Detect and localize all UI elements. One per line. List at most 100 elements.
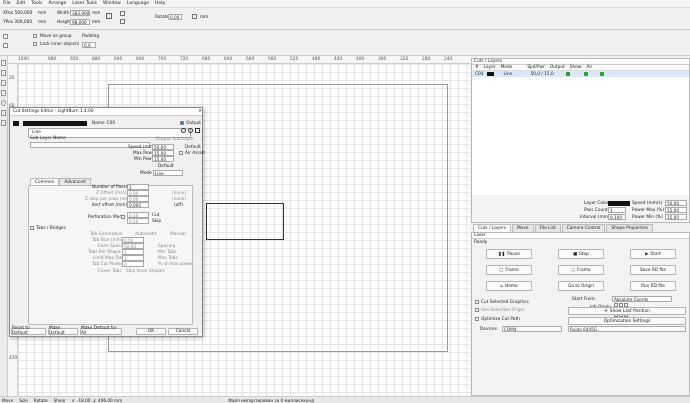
xpos-field[interactable]: XPos 500,000: [3, 11, 32, 16]
lock-inner-checkbox[interactable]: [33, 42, 37, 46]
pass-count-field[interactable]: 1: [608, 207, 626, 213]
skip-inner-label[interactable]: Skip Inner Shapes: [126, 269, 165, 274]
frame-button[interactable]: ▢ Frame: [486, 265, 532, 275]
rectangle-shape[interactable]: [206, 203, 284, 240]
lock-aspect-icon[interactable]: [106, 13, 112, 19]
cover-tabs-label[interactable]: Cover Tabs: [98, 269, 121, 274]
save-rd-button[interactable]: Save RD file: [630, 265, 676, 275]
menu-help[interactable]: Help: [155, 1, 165, 6]
ok-button[interactable]: OK: [136, 327, 166, 335]
go-origin-button[interactable]: Go to Origin: [558, 281, 604, 291]
status-rotate[interactable]: Rotate: [34, 398, 48, 403]
tab-camera-control[interactable]: Camera Control: [561, 223, 606, 232]
remove-sublayer-icon[interactable]: [188, 128, 193, 133]
close-icon[interactable]: ✕: [198, 109, 202, 114]
ypos-field[interactable]: YPos 300,000: [3, 20, 32, 25]
manual-radio[interactable]: Manual: [170, 232, 186, 237]
stop-button[interactable]: ■ Stop: [558, 249, 604, 259]
rectangle-tool-icon[interactable]: [1, 90, 6, 96]
ruler-tick: 280: [422, 57, 431, 62]
make-default-all-button[interactable]: Make Default for All: [80, 326, 122, 336]
status-move[interactable]: Move: [2, 398, 13, 403]
device-select[interactable]: Ruida 6445G: [568, 326, 686, 332]
add-sublayer-icon[interactable]: [181, 128, 186, 133]
edit-nodes-icon[interactable]: [1, 70, 6, 76]
optimize-cut-checkbox[interactable]: [475, 317, 479, 321]
power-min-field[interactable]: 15,00: [665, 214, 687, 220]
arrange-icon[interactable]: [3, 34, 8, 39]
tabs-checkbox[interactable]: [30, 226, 34, 230]
text-tool-icon[interactable]: [1, 120, 6, 126]
perforation-checkbox[interactable]: [121, 215, 125, 219]
home-button[interactable]: ⌂ Home: [486, 281, 532, 291]
name-value[interactable]: C00: [107, 121, 115, 126]
use-selection-origin-checkbox[interactable]: [475, 308, 479, 312]
mm-toggle-icon[interactable]: [192, 14, 197, 19]
mode-select[interactable]: Line: [153, 170, 183, 176]
power-max-label: Power Max (%): [632, 208, 665, 213]
min-power-field[interactable]: 15,00: [152, 156, 174, 162]
menu-language[interactable]: Language: [127, 1, 149, 6]
scale-unit-icon[interactable]: [120, 11, 125, 16]
air-assist-checkbox[interactable]: [179, 151, 183, 155]
arrange-icon-2[interactable]: [3, 43, 8, 48]
menu-arrange[interactable]: Arrange: [48, 1, 66, 6]
menu-file[interactable]: File: [3, 1, 11, 6]
output-checkbox[interactable]: [180, 121, 185, 125]
perf-skip-field[interactable]: 0,10: [127, 218, 149, 224]
default-label: Default: [158, 164, 174, 169]
make-default-button[interactable]: Make Default: [48, 326, 78, 336]
tabs-per-shape-label: Tabs Per Shape: [88, 250, 121, 255]
move-as-group-checkbox[interactable]: [33, 34, 37, 38]
port-select[interactable]: COM4: [502, 326, 562, 332]
layer-color-bar: [22, 120, 87, 126]
cut-selected-checkbox[interactable]: [475, 300, 479, 304]
reset-default-button[interactable]: Reset to Default: [11, 326, 46, 336]
start-button[interactable]: ▶ Start: [630, 249, 676, 259]
pause-button[interactable]: ❚❚ Pause: [486, 249, 532, 259]
cancel-button[interactable]: Cancel: [168, 327, 198, 335]
run-rd-button[interactable]: Run RD file: [630, 281, 676, 291]
copy-sublayer-icon[interactable]: [195, 128, 200, 133]
output-toggle[interactable]: [565, 72, 570, 76]
ellipse-tool-icon[interactable]: [1, 100, 6, 106]
menu-edit[interactable]: Edit: [17, 1, 26, 6]
tab-cuts-layers[interactable]: Cuts / Layers: [473, 223, 512, 232]
start-from-select[interactable]: Absolute Coords: [612, 296, 672, 302]
scale-unit-icon-2[interactable]: [120, 19, 125, 24]
line-tool-icon[interactable]: [1, 80, 6, 86]
polygon-tool-icon[interactable]: [1, 110, 6, 116]
kerf-field[interactable]: 0,000: [127, 202, 149, 208]
tab-shape-properties[interactable]: Shape Properties: [606, 223, 653, 232]
air-toggle[interactable]: [599, 72, 604, 76]
layer-spdpwr: 50,0 / 15,0: [530, 71, 554, 77]
cuts-layers-panel: Cuts / Layers # Layer Mode Spd/Pwr Outpu…: [471, 58, 690, 223]
status-size[interactable]: Size: [19, 398, 28, 403]
width-field[interactable]: 383,900: [70, 10, 90, 16]
tab-move[interactable]: Move: [512, 223, 534, 232]
rotate-field[interactable]: 0,00: [168, 14, 182, 20]
padding-field[interactable]: 0,0: [82, 42, 96, 48]
status-shear[interactable]: Shear: [54, 398, 66, 403]
power-max-field[interactable]: 15,00: [665, 207, 687, 213]
menu-laser-tools[interactable]: Laser Tools: [72, 1, 97, 6]
cuts-panel-title: Cuts / Layers: [474, 59, 503, 64]
select-tool-icon[interactable]: [1, 60, 6, 66]
show-last-position-button[interactable]: ✛ Show Last Position: [568, 307, 686, 315]
menu-tools[interactable]: Tools: [31, 1, 42, 6]
menu-window[interactable]: Window: [103, 1, 121, 6]
layer-mode: Line: [503, 71, 513, 77]
frame-circle-button[interactable]: ○ Frame: [558, 265, 604, 275]
optimization-settings-button[interactable]: Optimization Settings: [568, 317, 686, 325]
height-field[interactable]: 98,000: [70, 19, 90, 25]
tab-cut-power-field[interactable]: 0: [122, 261, 144, 267]
ruler-tick: 680: [202, 57, 211, 62]
padding-label: Padding: [82, 34, 100, 39]
show-toggle[interactable]: [583, 72, 588, 76]
speed-field[interactable]: 50,00: [665, 200, 687, 206]
layer-color-value[interactable]: [608, 201, 630, 206]
tab-file-list[interactable]: File List: [534, 223, 561, 232]
interval-field[interactable]: 0,100: [608, 214, 626, 220]
ruler-tick: 720: [180, 57, 189, 62]
col-show: Show: [569, 65, 582, 70]
